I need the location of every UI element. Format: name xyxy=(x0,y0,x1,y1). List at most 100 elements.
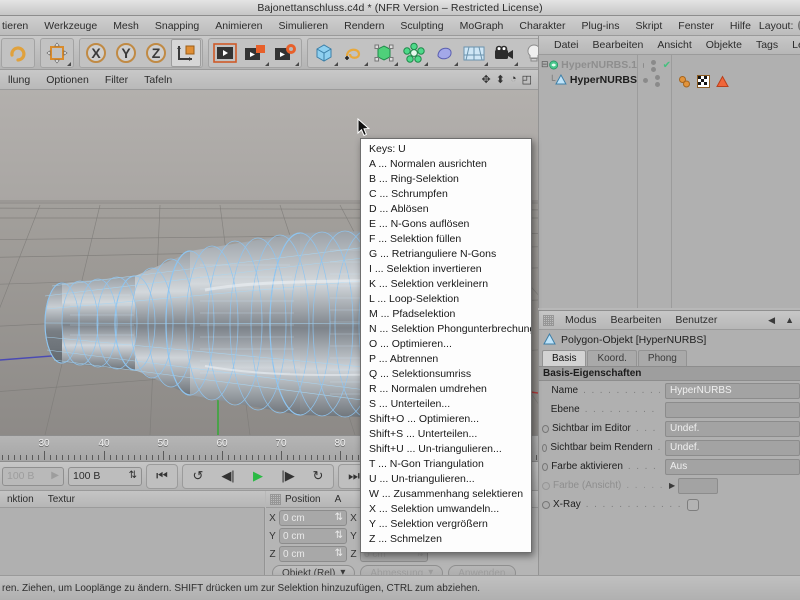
viewport-menu-ansicht[interactable]: llung xyxy=(0,74,38,86)
menu-item-selektieren[interactable]: tieren xyxy=(0,16,36,36)
axis-x-icon[interactable]: X xyxy=(81,39,111,67)
layout-icon[interactable]: ◰ xyxy=(522,73,532,86)
menu-item-simulieren[interactable]: Simulieren xyxy=(271,16,337,36)
texture-tag-icon[interactable] xyxy=(697,75,710,88)
popup-item-k[interactable]: K ... Selektion verkleinern xyxy=(361,277,531,292)
animate-radio-icon[interactable] xyxy=(542,425,549,433)
menu-item-animieren[interactable]: Animieren xyxy=(207,16,270,36)
menu-item-fenster[interactable]: Fenster xyxy=(670,16,722,36)
move-all-icon[interactable] xyxy=(42,39,72,67)
point-tag-icon[interactable] xyxy=(678,75,691,88)
undo-icon[interactable] xyxy=(3,39,33,67)
animate-radio-icon[interactable] xyxy=(542,444,547,452)
material-manager-body[interactable] xyxy=(0,508,265,575)
stepper-icon[interactable]: ⇅ xyxy=(335,513,343,523)
menu-item-mesh[interactable]: Mesh xyxy=(105,16,147,36)
visibility-dot-icon[interactable] xyxy=(643,63,644,68)
menu-item-mograph[interactable]: MoGraph xyxy=(452,16,512,36)
deformer-icon[interactable] xyxy=(429,39,459,67)
object-menu-lesezeichen[interactable]: Lese xyxy=(785,39,800,51)
rotate-icon[interactable]: ◔ xyxy=(510,73,517,86)
camera-icon[interactable] xyxy=(489,39,519,67)
phong-tag-icon[interactable] xyxy=(716,75,729,88)
position-z-input[interactable]: 0 cm⇅ xyxy=(279,546,347,562)
expand-toggle-icon[interactable]: ⊟ xyxy=(541,59,549,70)
spline-icon[interactable] xyxy=(339,39,369,67)
attribute-menu-bearbeiten[interactable]: Bearbeiten xyxy=(604,314,669,326)
ebene-input[interactable] xyxy=(665,402,800,418)
farbe-aktivieren-dropdown[interactable]: Aus xyxy=(665,459,800,475)
object-menu-datei[interactable]: Datei xyxy=(547,39,586,51)
popup-item-p[interactable]: P ... Abtrennen xyxy=(361,352,531,367)
attribute-menu-modus[interactable]: Modus xyxy=(558,314,604,326)
popup-item-c[interactable]: C ... Schrumpfen xyxy=(361,187,531,202)
name-input[interactable]: HyperNURBS xyxy=(665,383,800,399)
object-menu-ansicht[interactable]: Ansicht xyxy=(650,39,698,51)
animate-radio-icon[interactable] xyxy=(542,501,550,509)
popup-item-shift-u[interactable]: Shift+U ... Un-triangulieren... xyxy=(361,442,531,457)
material-menu-textur[interactable]: Textur xyxy=(41,494,82,505)
next-key-button[interactable]: ↻ xyxy=(303,465,333,488)
menu-item-skript[interactable]: Skript xyxy=(627,16,670,36)
viewport-menu-optionen[interactable]: Optionen xyxy=(38,74,97,86)
popup-item-g[interactable]: G ... Retrianguliere N-Gons xyxy=(361,247,531,262)
popup-item-shift-s[interactable]: Shift+S ... Unterteilen... xyxy=(361,427,531,442)
popup-item-x[interactable]: X ... Selektion umwandeln... xyxy=(361,502,531,517)
visibility-dot-icon[interactable] xyxy=(643,78,648,83)
tab-phong[interactable]: Phong xyxy=(638,350,687,366)
popup-item-t[interactable]: T ... N-Gon Triangulation xyxy=(361,457,531,472)
world-object-axis-icon[interactable] xyxy=(171,39,201,67)
material-menu-funktion[interactable]: nktion xyxy=(0,494,41,505)
pan-icon[interactable]: ✥ xyxy=(482,73,491,86)
object-menu-bearbeiten[interactable]: Bearbeiten xyxy=(586,39,651,51)
popup-item-f[interactable]: F ... Selektion füllen xyxy=(361,232,531,247)
popup-item-y[interactable]: Y ... Selektion vergrößern xyxy=(361,517,531,532)
step-back-button[interactable]: ◀| xyxy=(213,465,243,488)
popup-item-i[interactable]: I ... Selektion invertieren xyxy=(361,262,531,277)
stepper-icon[interactable]: ⇅ xyxy=(335,549,343,559)
popup-item-z[interactable]: Z ... Schmelzen xyxy=(361,532,531,547)
popup-item-s[interactable]: S ... Unterteilen... xyxy=(361,397,531,412)
scene-environment-icon[interactable] xyxy=(459,39,489,67)
previous-key-button[interactable]: ↺ xyxy=(183,465,213,488)
popup-item-r[interactable]: R ... Normalen umdrehen xyxy=(361,382,531,397)
object-row-hypernurbs-1[interactable]: ⊟ HyperNURBS.1 xyxy=(539,57,637,72)
tab-basis[interactable]: Basis xyxy=(542,350,586,366)
popup-item-e[interactable]: E ... N-Gons auflösen xyxy=(361,217,531,232)
sichtbar-rendern-dropdown[interactable]: Undef. xyxy=(665,440,800,456)
stepper-icon[interactable]: ⇅ xyxy=(335,531,343,541)
popup-item-b[interactable]: B ... Ring-Selektion xyxy=(361,172,531,187)
popup-item-shift-o[interactable]: Shift+O ... Optimieren... xyxy=(361,412,531,427)
nav-back-icon[interactable]: ◀ xyxy=(768,315,775,326)
keys-popup-menu[interactable]: Keys: U A ... Normalen ausrichten B ... … xyxy=(360,138,532,553)
move-icon[interactable]: ⬍ xyxy=(496,73,505,86)
viewport-menu-filter[interactable]: Filter xyxy=(97,74,136,86)
xray-checkbox[interactable] xyxy=(687,499,699,511)
menu-item-werkzeuge[interactable]: Werkzeuge xyxy=(36,16,105,36)
nav-up-icon[interactable]: ▲ xyxy=(785,315,794,326)
popup-item-u[interactable]: U ... Un-triangulieren... xyxy=(361,472,531,487)
stepper-icon[interactable]: ⇅ xyxy=(129,471,137,481)
go-to-start-button[interactable]: ⏮ xyxy=(147,465,177,488)
popup-item-l[interactable]: L ... Loop-Selektion xyxy=(361,292,531,307)
object-menu-objekte[interactable]: Objekte xyxy=(699,39,749,51)
tab-koord[interactable]: Koord. xyxy=(587,350,636,366)
mograph-icon[interactable] xyxy=(399,39,429,67)
object-row-hypernurbs[interactable]: └ HyperNURBS xyxy=(539,72,637,87)
axis-y-icon[interactable]: Y xyxy=(111,39,141,67)
cube-primitive-icon[interactable] xyxy=(309,39,339,67)
sichtbar-editor-dropdown[interactable]: Undef. xyxy=(665,421,800,437)
axis-z-icon[interactable]: Z xyxy=(141,39,171,67)
popup-item-w[interactable]: W ... Zusammenhang selektieren xyxy=(361,487,531,502)
animate-radio-icon[interactable] xyxy=(542,463,548,471)
editor-render-dots[interactable] xyxy=(655,75,660,87)
play-button[interactable]: ▶ xyxy=(243,465,273,488)
step-forward-button[interactable]: |▶ xyxy=(273,465,303,488)
object-menu-tags[interactable]: Tags xyxy=(749,39,785,51)
popup-item-o[interactable]: O ... Optimieren... xyxy=(361,337,531,352)
render-region-icon[interactable] xyxy=(240,39,270,67)
menu-item-hilfe[interactable]: Hilfe xyxy=(722,16,759,36)
popup-item-n[interactable]: N ... Selektion Phongunterbrechung xyxy=(361,322,531,337)
menu-item-plugins[interactable]: Plug-ins xyxy=(574,16,628,36)
menu-item-rendern[interactable]: Rendern xyxy=(336,16,392,36)
